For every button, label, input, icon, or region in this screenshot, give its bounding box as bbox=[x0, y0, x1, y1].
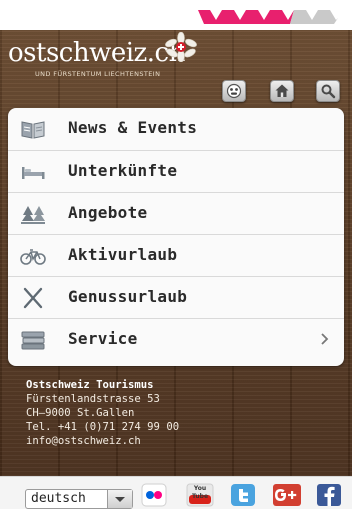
books-icon bbox=[21, 331, 45, 350]
language-value: deutsch bbox=[31, 491, 86, 506]
menu-item-news-events[interactable]: News & Events bbox=[8, 108, 344, 150]
contact-phone[interactable]: Tel. +41 (0)71 274 99 00 bbox=[26, 420, 179, 434]
chevron-right-icon bbox=[321, 333, 329, 345]
brand-title: ostschweiz.ch bbox=[8, 38, 185, 68]
webcam-icon bbox=[226, 83, 242, 99]
contact-city: CH–9000 St.Gallen bbox=[26, 407, 135, 419]
dropdown-button[interactable] bbox=[107, 490, 132, 508]
contact-street: Fürstenlandstrasse 53 bbox=[26, 393, 160, 405]
flickr-icon[interactable] bbox=[141, 483, 167, 507]
menu-item-label: Service bbox=[68, 329, 138, 348]
twitter-icon[interactable] bbox=[230, 483, 256, 507]
trees-icon bbox=[21, 206, 45, 224]
menu-item-aktivurlaub[interactable]: Aktivurlaub bbox=[8, 234, 344, 276]
search-icon bbox=[321, 84, 336, 99]
menu-item-label: Aktivurlaub bbox=[68, 245, 178, 264]
decorative-stripe bbox=[198, 10, 338, 24]
edelweiss-icon bbox=[165, 32, 197, 62]
chevron-down-icon bbox=[115, 497, 125, 502]
menu-item-label: News & Events bbox=[68, 118, 198, 137]
youtube-text: You Tube bbox=[191, 485, 209, 500]
search-button[interactable] bbox=[316, 80, 340, 102]
contact-name: Ostschweiz Tourismus bbox=[26, 379, 154, 391]
menu-item-genussurlaub[interactable]: Genussurlaub bbox=[8, 276, 344, 318]
google-plus-icon[interactable] bbox=[272, 483, 302, 507]
webcam-button[interactable] bbox=[222, 80, 246, 102]
language-select[interactable]: deutsch bbox=[25, 489, 133, 509]
main-menu: News & Events Unterkünfte Angebote Aktiv… bbox=[8, 108, 344, 366]
youtube-icon[interactable]: You Tube bbox=[186, 483, 214, 507]
menu-item-label: Genussurlaub bbox=[68, 287, 188, 306]
bicycle-icon bbox=[20, 249, 46, 265]
contact-block: Ostschweiz Tourismus Fürstenlandstrasse … bbox=[26, 378, 179, 448]
home-icon bbox=[275, 84, 289, 97]
newspaper-icon bbox=[21, 121, 45, 139]
menu-item-service[interactable]: Service bbox=[8, 318, 344, 360]
contact-email[interactable]: info@ostschweiz.ch bbox=[26, 434, 179, 448]
top-band bbox=[0, 0, 352, 30]
brand-subtitle: UND FÜRSTENTUM LIECHTENSTEIN bbox=[35, 70, 161, 78]
menu-item-unterkuenfte[interactable]: Unterkünfte bbox=[8, 150, 344, 192]
menu-item-label: Angebote bbox=[68, 203, 148, 222]
bed-icon bbox=[22, 167, 45, 179]
footer-bar: deutsch You Tube bbox=[0, 476, 352, 509]
home-button[interactable] bbox=[270, 80, 294, 102]
menu-item-angebote[interactable]: Angebote bbox=[8, 192, 344, 234]
facebook-icon[interactable] bbox=[316, 483, 342, 507]
cutlery-icon bbox=[23, 287, 43, 309]
menu-item-label: Unterkünfte bbox=[68, 161, 178, 180]
